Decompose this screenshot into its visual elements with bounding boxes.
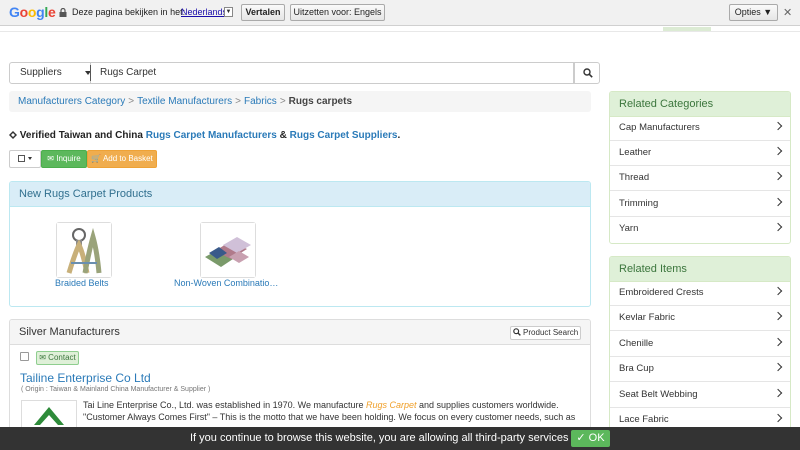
breadcrumb-item[interactable]: Textile Manufacturers bbox=[137, 96, 232, 107]
inquire-button[interactable]: ✉ Inquire bbox=[41, 150, 87, 168]
manufacturer-origin: ( Origin : Taiwan & Mainland China Manuf… bbox=[21, 386, 211, 393]
manufacturer-description: Tai Line Enterprise Co., Ltd. was establ… bbox=[83, 400, 576, 422]
related-categories-title: Related Categories bbox=[610, 92, 790, 117]
new-products-title: New Rugs Carpet Products bbox=[10, 182, 590, 207]
breadcrumb-current: Rugs carpets bbox=[288, 96, 353, 107]
chevron-right-icon bbox=[773, 388, 783, 398]
translate-button[interactable]: Vertalen bbox=[241, 4, 285, 21]
add-to-basket-button[interactable]: 🛒 Add to Basket bbox=[87, 150, 157, 168]
chevron-right-icon bbox=[773, 413, 783, 423]
language-dropdown-icon[interactable]: ▼ bbox=[224, 7, 233, 17]
search-input[interactable]: Rugs Carpet bbox=[90, 62, 574, 84]
search-button[interactable] bbox=[574, 62, 600, 84]
related-category-item[interactable]: Leather bbox=[610, 140, 790, 166]
product-search-button[interactable]: Product Search bbox=[510, 326, 581, 340]
chevron-right-icon bbox=[773, 286, 783, 296]
product-image-braided-belts[interactable] bbox=[56, 222, 112, 278]
highlight-keyword: Rugs Carpet bbox=[366, 400, 417, 410]
search-icon bbox=[513, 328, 521, 336]
related-item[interactable]: Seat Belt Webbing bbox=[610, 382, 790, 408]
search-icon bbox=[583, 68, 593, 78]
verified-heading: Verified Taiwan and China Rugs Carpet Ma… bbox=[9, 130, 400, 141]
chevron-right-icon bbox=[773, 197, 783, 207]
options-button[interactable]: Opties ▼ bbox=[729, 4, 778, 21]
breadcrumb-separator: > bbox=[128, 96, 135, 107]
cookie-text: If you continue to browse this website, … bbox=[190, 432, 569, 444]
active-nav-marker bbox=[663, 27, 711, 31]
related-item[interactable]: Chenille bbox=[610, 331, 790, 357]
lock-icon bbox=[59, 8, 67, 17]
related-item[interactable]: Bra Cup bbox=[610, 356, 790, 382]
suppliers-link[interactable]: Rugs Carpet Suppliers bbox=[290, 130, 398, 141]
contact-button[interactable]: ✉ Contact bbox=[36, 351, 79, 365]
chevron-right-icon bbox=[773, 171, 783, 181]
breadcrumb: Manufacturers Category > Textile Manufactu… bbox=[9, 91, 591, 112]
related-category-item[interactable]: Cap Manufacturers bbox=[610, 115, 790, 141]
fabric-swatches-image bbox=[201, 223, 255, 277]
caret-down-icon bbox=[28, 157, 32, 160]
checkbox-icon bbox=[18, 155, 25, 162]
breadcrumb-separator: > bbox=[235, 96, 242, 107]
google-logo: Google bbox=[9, 4, 56, 20]
manufacturer-name[interactable]: Tailine Enterprise Co Ltd bbox=[20, 371, 151, 385]
chevron-right-icon bbox=[773, 337, 783, 347]
translate-bar: Google Deze pagina bekijken in het: Nede… bbox=[0, 0, 800, 26]
product-name[interactable]: Non-Woven Combinatio… bbox=[174, 278, 278, 288]
new-products-panel: New Rugs Carpet Products Braided Belts N… bbox=[9, 181, 591, 307]
silver-manufacturers-panel: Silver Manufacturers Product Search ✉ Co… bbox=[9, 319, 591, 439]
select-all-dropdown[interactable] bbox=[9, 150, 41, 168]
search-bar: Suppliers Rugs Carpet bbox=[9, 62, 600, 84]
chevron-right-icon bbox=[773, 222, 783, 232]
translate-question: Deze pagina bekijken in het: bbox=[72, 7, 186, 17]
related-items-title: Related Items bbox=[610, 257, 790, 282]
close-icon[interactable]: ✕ bbox=[783, 6, 792, 19]
language-select[interactable]: Nederlands bbox=[181, 7, 227, 17]
related-items-panel: Related Items Embroidered Crests Kevlar … bbox=[609, 256, 791, 440]
product-card[interactable]: Braided Belts bbox=[54, 222, 114, 292]
related-item[interactable]: Kevlar Fabric bbox=[610, 305, 790, 331]
chevron-right-icon bbox=[773, 121, 783, 131]
breadcrumb-separator: > bbox=[279, 96, 286, 107]
manufacturer-checkbox[interactable] bbox=[20, 352, 29, 361]
manufacturers-link[interactable]: Rugs Carpet Manufacturers bbox=[146, 130, 277, 141]
product-name[interactable]: Braided Belts bbox=[55, 278, 109, 288]
related-categories-panel: Related Categories Cap Manufacturers Lea… bbox=[609, 91, 791, 244]
turn-off-button[interactable]: Uitzetten voor: Engels bbox=[290, 4, 385, 21]
product-image-non-woven[interactable] bbox=[200, 222, 256, 278]
related-category-item[interactable]: Trimming bbox=[610, 191, 790, 217]
silver-manufacturers-title: Silver Manufacturers bbox=[10, 320, 590, 345]
product-card[interactable]: Non-Woven Combinatio… bbox=[174, 222, 284, 292]
breadcrumb-item[interactable]: Manufacturers Category bbox=[18, 96, 125, 107]
breadcrumb-item[interactable]: Fabrics bbox=[244, 96, 277, 107]
diamond-icon bbox=[9, 131, 17, 139]
related-category-item[interactable]: Yarn bbox=[610, 216, 790, 242]
chevron-right-icon bbox=[773, 311, 783, 321]
cookie-ok-button[interactable]: ✓ OK bbox=[571, 430, 610, 447]
search-category-select[interactable]: Suppliers bbox=[9, 62, 91, 84]
belts-image bbox=[57, 223, 111, 277]
related-category-item[interactable]: Thread bbox=[610, 165, 790, 191]
cookie-banner: If you continue to browse this website, … bbox=[0, 427, 800, 450]
chevron-right-icon bbox=[773, 146, 783, 156]
related-item[interactable]: Embroidered Crests bbox=[610, 280, 790, 306]
chevron-right-icon bbox=[773, 362, 783, 372]
input-divider bbox=[90, 65, 91, 81]
